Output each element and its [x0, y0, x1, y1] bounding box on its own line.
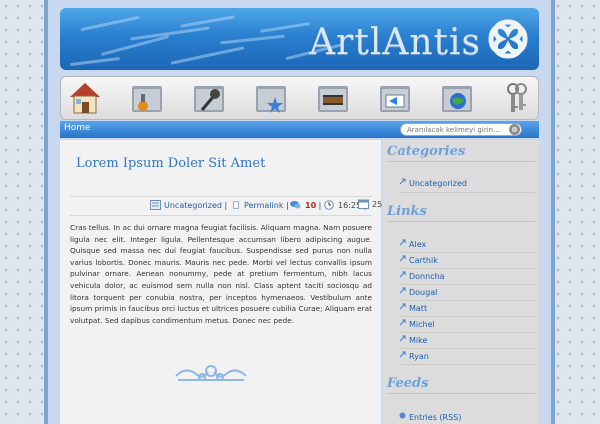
sidebar-link-item[interactable]: Dougal: [409, 288, 437, 297]
links-heading: Links: [387, 204, 535, 222]
post-body: Cras tellus. In ac dui ornare magna feug…: [70, 223, 372, 325]
search-input[interactable]: [400, 123, 522, 136]
keys-icon[interactable]: [499, 80, 535, 116]
feed-bullet-icon: [399, 412, 406, 419]
categories-heading: Categories: [387, 144, 535, 162]
search-button[interactable]: ⊗: [509, 124, 520, 135]
page-icon: [233, 201, 239, 209]
link-bullet-icon: [399, 271, 406, 278]
globe-folder-icon[interactable]: [439, 80, 475, 116]
film-folder-icon[interactable]: [315, 80, 351, 116]
home-link[interactable]: Home: [64, 123, 91, 133]
sidebar-category-item[interactable]: Uncategorized: [409, 179, 467, 188]
sidebar-feed-item[interactable]: Entries (RSS): [409, 413, 461, 422]
sidebar-link-item[interactable]: Carthik: [409, 256, 438, 265]
permalink-link[interactable]: Permalink: [244, 201, 283, 210]
mail-folder-icon[interactable]: [377, 80, 413, 116]
category-meta: Uncategorized |: [150, 200, 227, 210]
upload-folder-icon[interactable]: [129, 80, 165, 116]
microphone-folder-icon[interactable]: [191, 80, 227, 116]
main-content: Lorem Ipsum Doler Sit Amet Uncategorized…: [60, 140, 418, 424]
nav-strip: Home ⊗: [60, 121, 539, 138]
site-title[interactable]: ArtlAntis: [309, 22, 481, 63]
icon-toolbar: [60, 76, 539, 120]
sidebar-link-item[interactable]: Ryan: [409, 352, 429, 361]
sidebar-link-item[interactable]: Alex: [409, 240, 426, 249]
sidebar-link-item[interactable]: Michel: [409, 320, 435, 329]
comment-count[interactable]: 10: [305, 201, 316, 210]
link-bullet-icon: [399, 255, 406, 262]
link-bullet-icon: [399, 287, 406, 294]
comments-icon: [290, 201, 301, 209]
feeds-heading: Feeds: [387, 376, 535, 394]
sidebar-link-item[interactable]: Donncha: [409, 272, 445, 281]
category-bullet-icon: [399, 178, 406, 185]
header-banner: ArtlAntis: [60, 8, 539, 70]
post-title[interactable]: Lorem Ipsum Doler Sit Amet: [76, 156, 265, 171]
link-bullet-icon: [399, 319, 406, 326]
home-icon[interactable]: [67, 80, 103, 116]
calendar-icon: [358, 199, 369, 209]
star-folder-icon[interactable]: [253, 80, 289, 116]
link-bullet-icon: [399, 239, 406, 246]
link-bullet-icon: [399, 303, 406, 310]
logo-knot-icon: [488, 19, 528, 59]
link-bullet-icon: [399, 351, 406, 358]
post-meta: Uncategorized | Permalink | 10 | 16:25 |: [70, 196, 372, 216]
sidebar: Categories Uncategorized Links Alex Cart…: [383, 140, 539, 424]
page-container: ArtlAntis Home Aranılacak kelimeyi girin…: [44, 0, 555, 424]
permalink-meta: Permalink |: [233, 200, 289, 210]
sidebar-link-item[interactable]: Mike: [409, 336, 427, 345]
clock-icon: [324, 200, 334, 210]
category-icon: [150, 200, 161, 210]
ornament-divider-icon: [175, 365, 247, 381]
sidebar-link-item[interactable]: Matt: [409, 304, 427, 313]
comments-meta: 10 |: [288, 200, 321, 210]
link-bullet-icon: [399, 335, 406, 342]
post-category-link[interactable]: Uncategorized: [164, 201, 222, 210]
